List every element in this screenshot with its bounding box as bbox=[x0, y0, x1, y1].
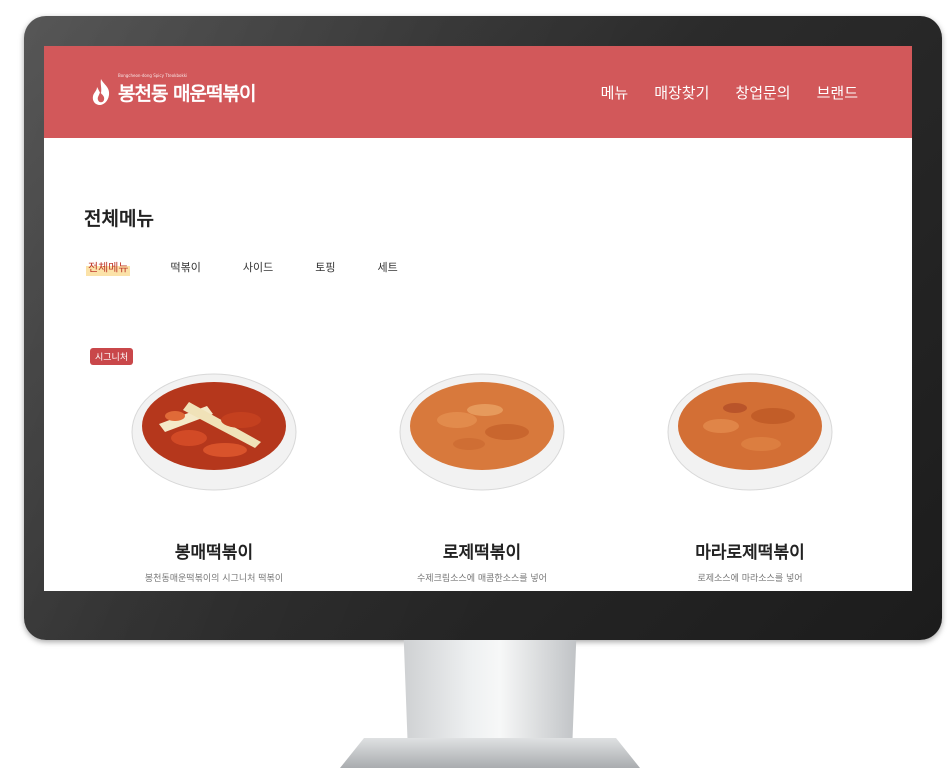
menu-item-description: 로제소스에 마라소스를 넣어 bbox=[697, 574, 803, 584]
menu-item-name: 봉매떡볶이 bbox=[174, 543, 254, 563]
tab-set[interactable]: 세트 bbox=[375, 258, 399, 276]
tab-tteokbokki[interactable]: 떡볶이 bbox=[168, 258, 202, 276]
nav-item-store-finder[interactable]: 매장찾기 bbox=[654, 82, 709, 103]
menu-card-rose[interactable]: 로제떡볶이 수제크림소스에 매콤한소스를 넣어 bbox=[352, 366, 612, 584]
flame-logo-icon bbox=[92, 79, 110, 105]
rose-tteokbokki-bowl-image bbox=[399, 373, 565, 491]
brand-tagline: Bongcheon-dong Spicy Tteokbokki bbox=[118, 73, 188, 78]
tab-topping[interactable]: 토핑 bbox=[313, 258, 337, 276]
menu-item-name: 로제떡볶이 bbox=[442, 543, 522, 563]
menu-category-tabs: 전체메뉴 떡볶이 사이드 토핑 세트 bbox=[86, 258, 400, 276]
menu-card-bongmae[interactable]: 봉매떡볶이 봉천동매운떡볶이의 시그니처 떡볶이 bbox=[84, 366, 344, 584]
signature-badge: 시그니처 bbox=[90, 348, 134, 365]
page-title: 전체메뉴 bbox=[84, 208, 154, 230]
menu-card-mala-rose[interactable]: 마라로제떡볶이 로제소스에 마라소스를 넣어 bbox=[620, 366, 880, 584]
brand-name: 봉천동 매운떡볶이 bbox=[118, 82, 256, 105]
site-header: 봉천동 매운떡볶이 Bongcheon-dong Spicy Tteokbokk… bbox=[44, 46, 912, 138]
menu-item-name: 마라로제떡볶이 bbox=[695, 543, 805, 563]
main-nav: 메뉴 매장찾기 창업문의 브랜드 bbox=[601, 82, 858, 103]
nav-item-brand[interactable]: 브랜드 bbox=[817, 82, 858, 103]
monitor-stand bbox=[403, 640, 577, 744]
nav-item-menu[interactable]: 메뉴 bbox=[601, 82, 629, 103]
tab-side[interactable]: 사이드 bbox=[241, 258, 275, 276]
menu-item-description: 봉천동매운떡볶이의 시그니처 떡볶이 bbox=[144, 574, 284, 584]
monitor-base bbox=[340, 738, 640, 768]
browser-screen: 봉천동 매운떡볶이 Bongcheon-dong Spicy Tteokbokk… bbox=[44, 46, 912, 591]
mala-rose-tteokbokki-bowl-image bbox=[667, 373, 833, 491]
nav-item-franchise-inquiry[interactable]: 창업문의 bbox=[735, 82, 790, 103]
brand-logo[interactable]: 봉천동 매운떡볶이 Bongcheon-dong Spicy Tteokbokk… bbox=[90, 73, 256, 106]
tab-all-menu[interactable]: 전체메뉴 bbox=[86, 258, 131, 276]
red-tteokbokki-bowl-image bbox=[131, 373, 297, 491]
menu-item-description: 수제크림소스에 매콤한소스를 넣어 bbox=[417, 574, 547, 584]
